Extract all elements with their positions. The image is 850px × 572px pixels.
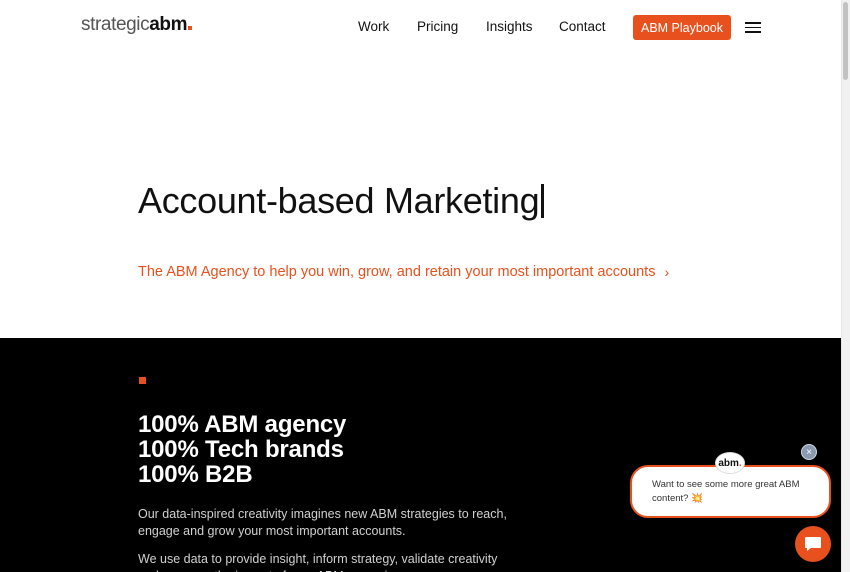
- scrollbar-track[interactable]: [841, 0, 850, 572]
- dark-section: 100% ABM agency 100% Tech brands 100% B2…: [0, 338, 841, 572]
- logo-part2: abm: [149, 14, 188, 35]
- scrollbar-thumb[interactable]: [843, 2, 848, 80]
- logo-dot: [188, 26, 193, 30]
- abm-playbook-button[interactable]: ABM Playbook: [633, 15, 731, 40]
- intro-paragraph: Our data-inspired creativity imagines ne…: [138, 507, 507, 538]
- hero-subtitle-link[interactable]: The ABM Agency to help you win, grow, an…: [138, 264, 669, 280]
- hamburger-icon[interactable]: [745, 22, 761, 33]
- nav-pricing[interactable]: Pricing: [417, 19, 458, 34]
- chat-launcher-button[interactable]: [795, 526, 831, 562]
- hamburger-line: [745, 22, 761, 24]
- logo[interactable]: strategicabm: [81, 14, 193, 36]
- nav-insights[interactable]: Insights: [486, 19, 533, 34]
- chat-message-text: Want to see some more great ABM content?…: [652, 479, 800, 504]
- chevron-right-icon: ›: [664, 264, 670, 280]
- hamburger-line: [745, 26, 761, 29]
- hamburger-line: [745, 31, 761, 33]
- chat-icon: [805, 537, 821, 551]
- logo-part1: strategic: [81, 14, 150, 35]
- chat-avatar-dot: .: [738, 457, 742, 469]
- headline-1: 100% ABM agency: [138, 411, 347, 438]
- chat-avatar-text: abm: [718, 457, 739, 469]
- hero-subtitle-text: The ABM Agency to help you win, grow, an…: [138, 264, 656, 280]
- data-paragraph: We use data to provide insight, inform s…: [138, 552, 498, 572]
- chat-avatar: abm.: [715, 452, 745, 474]
- nav-contact[interactable]: Contact: [559, 19, 606, 34]
- typing-cursor: [541, 184, 545, 218]
- nav-work[interactable]: Work: [358, 19, 389, 34]
- hero-title-text: Account-based Marketing: [138, 180, 540, 221]
- chat-close-icon[interactable]: ×: [801, 444, 817, 460]
- headline-3: 100% B2B: [138, 461, 253, 488]
- page: strategicabm Work Pricing Insights Conta…: [0, 0, 841, 572]
- headline-2: 100% Tech brands: [138, 436, 344, 463]
- hero-title: Account-based Marketing: [138, 180, 545, 222]
- accent-square: [139, 377, 146, 384]
